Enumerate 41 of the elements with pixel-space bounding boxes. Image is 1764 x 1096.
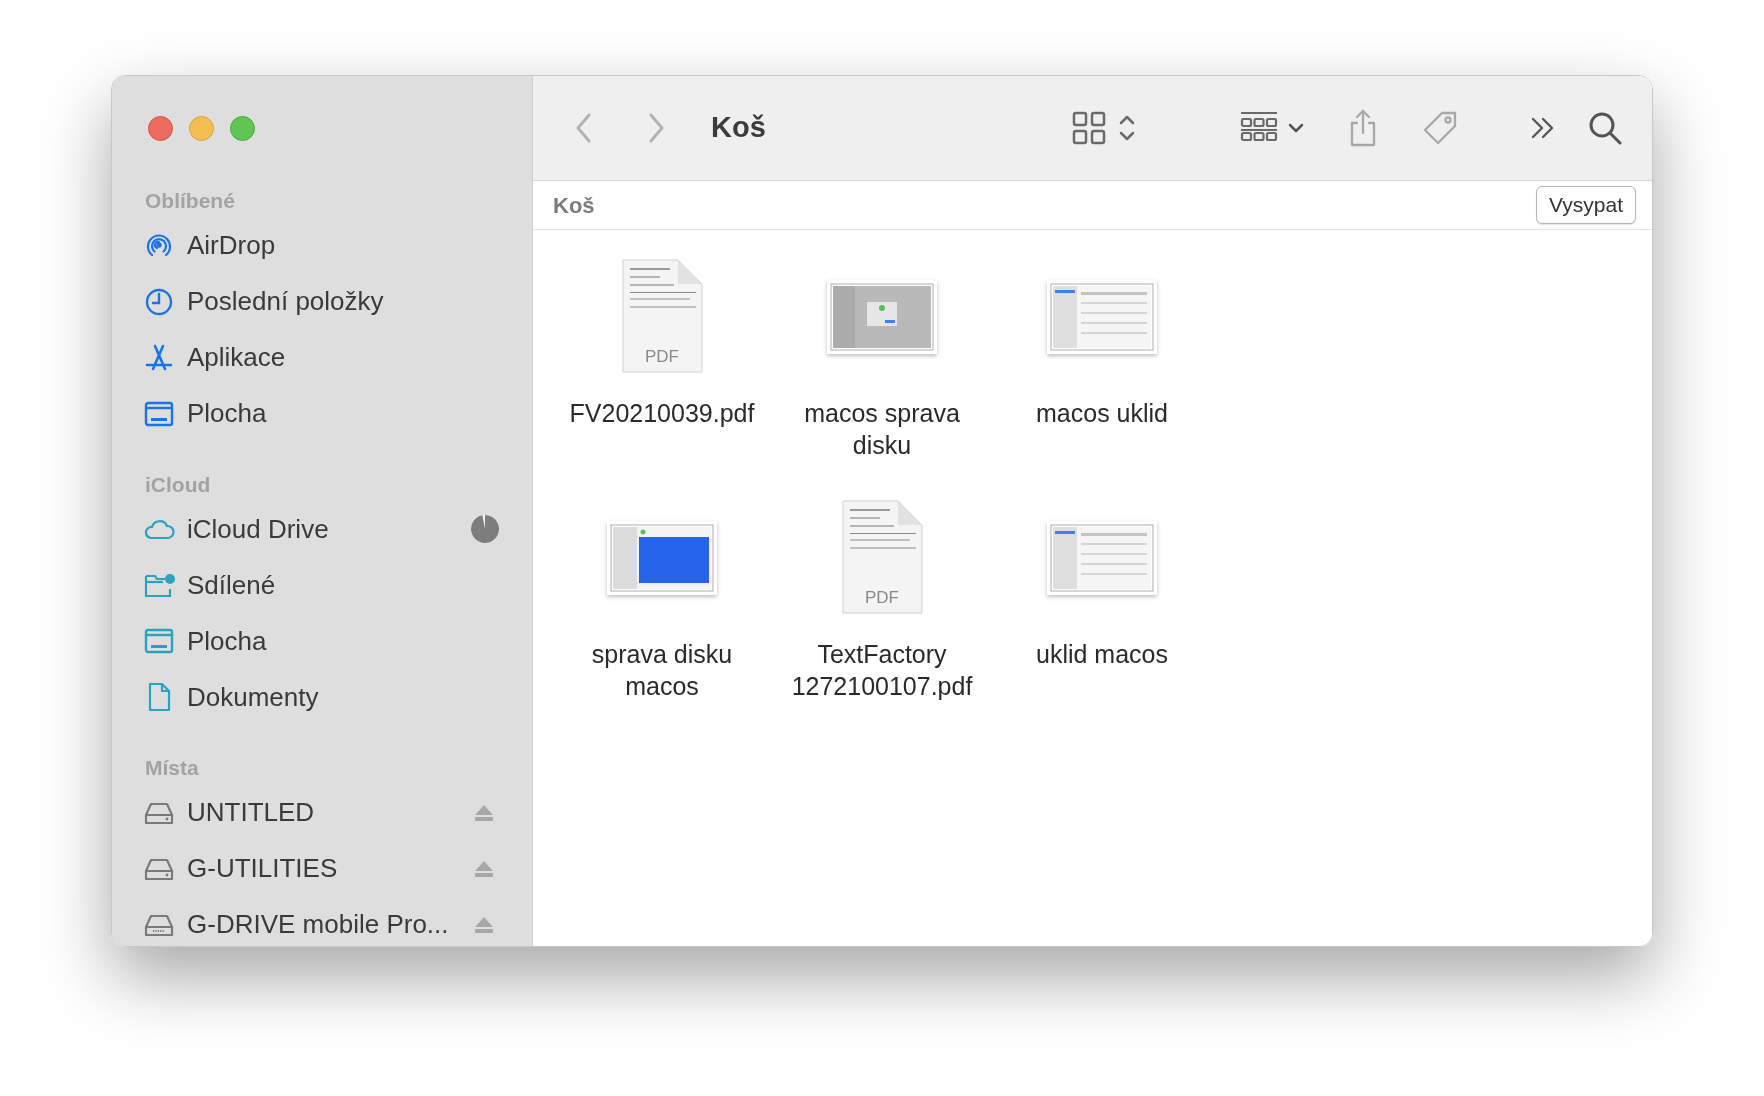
search-icon[interactable] xyxy=(1588,111,1622,145)
sidebar-item[interactable]: iCloud Drive xyxy=(187,509,458,549)
sidebar-item[interactable]: Plocha xyxy=(187,394,502,433)
pdf-document-icon xyxy=(840,498,924,617)
sidebar-item[interactable]: Aplikace xyxy=(187,338,502,377)
file-name[interactable]: FV20210039.pdf xyxy=(555,397,769,429)
section-heading: Místa xyxy=(144,755,200,781)
eject-icon[interactable] xyxy=(474,859,494,878)
eject-icon[interactable] xyxy=(474,803,494,822)
zoom-button[interactable] xyxy=(230,116,255,141)
sidebar-item[interactable]: Dokumenty xyxy=(187,677,502,717)
chevron-down-icon[interactable] xyxy=(1288,122,1304,134)
tag-icon[interactable] xyxy=(1422,110,1458,146)
file-name[interactable]: sprava disku macos xyxy=(555,638,769,702)
sidebar-item[interactable]: Sdílené xyxy=(187,565,502,605)
up-down-chevron-icon[interactable] xyxy=(1118,113,1136,143)
close-button[interactable] xyxy=(148,116,173,141)
file-type-label: PDF xyxy=(864,587,900,609)
sidebar-item[interactable]: G-UTILITIES xyxy=(187,849,462,888)
sidebar-item[interactable]: G-DRIVE mobile Pro... xyxy=(187,905,462,944)
sidebar-item[interactable]: Plocha xyxy=(187,621,502,661)
progress-pie xyxy=(470,514,500,544)
sidebar-item[interactable]: Poslední položky xyxy=(187,282,502,321)
file-name[interactable]: macos uklid xyxy=(995,397,1209,429)
eject-icon[interactable] xyxy=(474,915,494,934)
sidebar-item[interactable]: UNTITLED xyxy=(187,793,462,832)
sidebar-item[interactable]: AirDrop xyxy=(187,226,502,265)
file-type-label: PDF xyxy=(644,346,680,368)
window-title: Koš xyxy=(711,110,766,146)
file-name[interactable]: TextFactory 1272100107.pdf xyxy=(775,638,989,702)
grid-view-icon[interactable] xyxy=(1072,111,1106,145)
empty-trash-button[interactable]: Vysypat xyxy=(1536,186,1636,224)
share-icon[interactable] xyxy=(1348,109,1378,147)
section-heading: iCloud xyxy=(144,471,212,498)
more-icon[interactable] xyxy=(1530,116,1556,140)
section-heading: Oblíbené xyxy=(144,188,236,214)
path-label: Koš xyxy=(553,191,595,220)
file-name[interactable]: macos sprava disku xyxy=(775,397,989,461)
minimize-button[interactable] xyxy=(189,116,214,141)
file-name[interactable]: uklid macos xyxy=(995,638,1209,670)
pdf-document-icon xyxy=(620,257,704,376)
